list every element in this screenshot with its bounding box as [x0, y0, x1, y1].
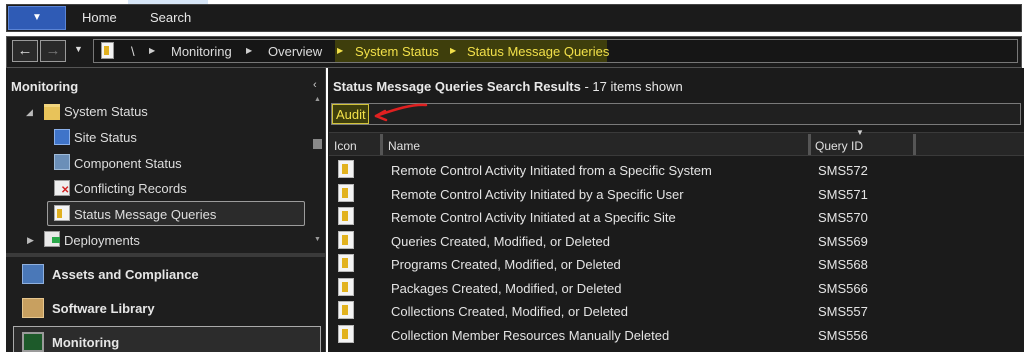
breadcrumb-separator-icon: ▶ — [246, 46, 253, 55]
status-message-query-icon — [338, 278, 354, 296]
row-query-id: SMS572 — [818, 163, 868, 178]
row-query-id: SMS566 — [818, 281, 868, 296]
ribbon-accent — [128, 0, 208, 4]
column-divider[interactable] — [913, 134, 916, 155]
row-name: Collection Member Resources Manually Del… — [391, 328, 670, 343]
collapsed-arrow-icon[interactable]: ▶ — [27, 235, 34, 246]
grid-header — [329, 132, 1024, 156]
tab-search[interactable]: Search — [150, 10, 191, 25]
row-query-id: SMS557 — [818, 304, 868, 319]
status-message-query-icon — [338, 160, 354, 178]
row-query-id: SMS569 — [818, 234, 868, 249]
column-divider[interactable] — [808, 134, 811, 155]
row-name: Collections Created, Modified, or Delete… — [391, 304, 629, 319]
row-name: Programs Created, Modified, or Deleted — [391, 257, 621, 272]
breadcrumb-separator-icon: ▶ — [149, 46, 156, 55]
row-name: Packages Created, Modified, or Deleted — [391, 281, 622, 296]
breadcrumb-overview[interactable]: Overview — [268, 44, 322, 59]
tab-home[interactable]: Home — [82, 10, 117, 25]
breadcrumb-root[interactable]: \ — [131, 44, 135, 59]
status-message-query-icon — [338, 325, 354, 343]
tree-item-status-message-queries[interactable]: Status Message Queries — [74, 207, 216, 222]
status-message-query-icon — [54, 205, 70, 221]
column-header-name[interactable]: Name — [388, 139, 420, 153]
status-message-query-icon — [338, 207, 354, 225]
status-message-query-icon — [338, 301, 354, 319]
results-title-text: Status Message Queries Search Results — [333, 79, 581, 94]
conflicting-records-icon — [54, 180, 70, 196]
breadcrumb-status-message-queries[interactable]: Status Message Queries — [467, 44, 609, 59]
history-dropdown-icon[interactable]: ▼ — [74, 44, 83, 54]
scrollbar-thumb[interactable] — [313, 139, 322, 149]
row-query-id: SMS568 — [818, 257, 868, 272]
software-library-icon — [22, 298, 44, 318]
row-query-id: SMS571 — [818, 187, 868, 202]
row-name: Remote Control Activity Initiated at a S… — [391, 210, 676, 225]
workspace-divider[interactable] — [6, 253, 326, 257]
workspace-software-library[interactable]: Software Library — [52, 301, 155, 316]
column-header-query-id[interactable]: Query ID — [815, 139, 863, 153]
assets-and-compliance-icon — [22, 264, 44, 284]
tree-item-conflicting-records[interactable]: Conflicting Records — [74, 181, 187, 196]
row-name: Remote Control Activity Initiated by a S… — [391, 187, 684, 202]
breadcrumb-separator-icon: ▶ — [337, 46, 344, 55]
results-title: Status Message Queries Search Results - … — [333, 79, 683, 94]
search-input-value[interactable]: Audit — [336, 107, 366, 122]
expanded-arrow-icon[interactable]: ◢ — [26, 107, 33, 118]
column-divider[interactable] — [380, 134, 383, 155]
status-message-query-icon — [338, 231, 354, 249]
tree-item-site-status[interactable]: Site Status — [74, 130, 137, 145]
sort-descending-icon: ▼ — [856, 128, 864, 137]
column-header-icon[interactable]: Icon — [334, 139, 357, 153]
row-query-id: SMS556 — [818, 328, 868, 343]
breadcrumb-separator-icon: ▶ — [450, 46, 457, 55]
app-menu-button[interactable]: ▼ — [8, 6, 66, 30]
tree-item-deployments[interactable]: Deployments — [64, 233, 140, 248]
row-query-id: SMS570 — [818, 210, 868, 225]
scroll-down-icon[interactable]: ▼ — [314, 236, 321, 243]
tree-item-system-status[interactable]: System Status — [64, 104, 148, 119]
nav-pane-title: Monitoring — [11, 79, 79, 94]
status-message-query-icon — [338, 254, 354, 272]
results-count: - 17 items shown — [580, 79, 683, 94]
forward-arrow-icon[interactable]: → — [40, 40, 66, 62]
folder-icon — [44, 104, 60, 120]
search-input[interactable] — [331, 103, 1021, 125]
row-name: Remote Control Activity Initiated from a… — [391, 163, 712, 178]
annotation-arrow-icon — [374, 103, 428, 122]
workspace-monitoring[interactable]: Monitoring — [52, 335, 119, 350]
status-message-query-icon — [338, 184, 354, 202]
component-status-icon — [54, 154, 70, 170]
deployments-icon — [44, 231, 60, 247]
back-arrow-icon[interactable]: ← — [12, 40, 38, 62]
breadcrumb-monitoring[interactable]: Monitoring — [171, 44, 232, 59]
scroll-up-icon[interactable]: ▲ — [314, 96, 321, 103]
row-name: Queries Created, Modified, or Deleted — [391, 234, 610, 249]
breadcrumb-system-status[interactable]: System Status — [355, 44, 439, 59]
monitoring-icon — [22, 332, 44, 352]
tree-item-component-status[interactable]: Component Status — [74, 156, 182, 171]
workspace-assets-and-compliance[interactable]: Assets and Compliance — [52, 267, 199, 282]
site-status-icon — [54, 129, 70, 145]
collapse-pane-icon[interactable]: ‹ — [313, 79, 317, 91]
console-root-icon[interactable] — [101, 42, 114, 59]
